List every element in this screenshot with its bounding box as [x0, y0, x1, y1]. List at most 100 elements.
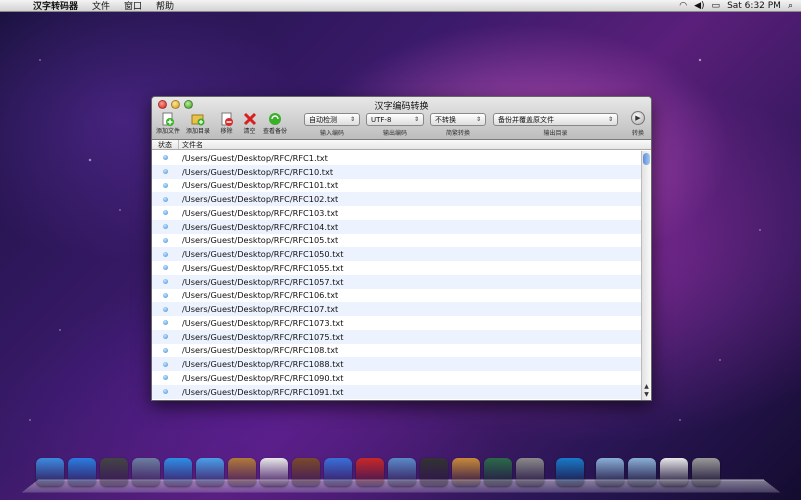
file-path: /Users/Guest/Desktop/RFC/RFC105.txt	[182, 235, 339, 246]
vertical-scrollbar[interactable]: ▲ ▼	[641, 151, 651, 400]
time-machine-icon[interactable]	[484, 458, 512, 486]
output-dir-label: 输出目录	[543, 130, 568, 137]
status-indicator-icon	[152, 169, 179, 175]
volume-icon[interactable]: ◀)	[694, 1, 704, 11]
input-encoding-value: 自动检测	[309, 115, 337, 124]
battery-icon[interactable]: ▭	[712, 1, 721, 11]
file-list: /Users/Guest/Desktop/RFC/RFC1.txt/Users/…	[152, 151, 643, 400]
scroll-down-arrow-icon[interactable]: ▼	[642, 391, 651, 398]
menu-file[interactable]: 文件	[85, 0, 117, 12]
trad-simp-label: 简繁转换	[445, 130, 470, 137]
table-row[interactable]: /Users/Guest/Desktop/RFC/RFC1094.txt	[152, 399, 643, 401]
trad-simp-select[interactable]: 不转换 ⇕	[430, 113, 486, 126]
convert-label: 转换	[631, 130, 644, 137]
view-backup-label: 查看备份	[263, 128, 288, 135]
status-indicator-icon	[152, 334, 179, 340]
safari-icon[interactable]	[164, 458, 192, 486]
table-row[interactable]: /Users/Guest/Desktop/RFC/RFC102.txt	[152, 192, 643, 206]
chevron-updown-icon: ⇕	[413, 116, 419, 123]
trad-simp-value: 不转换	[435, 115, 456, 124]
app-store-icon[interactable]	[68, 458, 96, 486]
photo-booth-icon[interactable]	[292, 458, 320, 486]
recycle-icon	[268, 111, 283, 126]
status-indicator-icon	[152, 155, 179, 161]
chevron-updown-icon: ⇕	[349, 116, 355, 123]
status-indicator-icon	[152, 182, 179, 188]
scroll-up-arrow-icon[interactable]: ▲	[642, 383, 651, 390]
input-encoding-label: 输入编码	[319, 130, 344, 137]
wifi-icon[interactable]: ◠	[679, 1, 687, 11]
dashboard-icon[interactable]	[100, 458, 128, 486]
table-header: 状态 文件名	[152, 140, 651, 150]
document-icon[interactable]	[660, 458, 688, 486]
trash-icon[interactable]	[692, 458, 720, 486]
add-file-button[interactable]: 添加文件	[156, 111, 180, 135]
table-row[interactable]: /Users/Guest/Desktop/RFC/RFC1073.txt	[152, 316, 643, 330]
table-row[interactable]: /Users/Guest/Desktop/RFC/RFC1090.txt	[152, 371, 643, 385]
table-row[interactable]: /Users/Guest/Desktop/RFC/RFC1088.txt	[152, 357, 643, 371]
clear-button[interactable]: 清空	[242, 111, 257, 135]
table-row[interactable]: /Users/Guest/Desktop/RFC/RFC107.txt	[152, 302, 643, 316]
table-row[interactable]: /Users/Guest/Desktop/RFC/RFC1091.txt	[152, 384, 643, 399]
applications-folder-icon[interactable]	[596, 458, 624, 486]
status-indicator-icon	[152, 196, 179, 202]
hanzi-converter-icon[interactable]	[556, 458, 584, 486]
spotlight-icon[interactable]: ⌕	[788, 1, 793, 11]
menu-clock[interactable]: Sat 6:32 PM	[727, 1, 781, 11]
file-path: /Users/Guest/Desktop/RFC/RFC104.txt	[182, 221, 339, 232]
table-row[interactable]: /Users/Guest/Desktop/RFC/RFC108.txt	[152, 344, 643, 358]
status-indicator-icon	[152, 389, 179, 395]
status-indicator-icon	[152, 347, 179, 353]
add-folder-icon	[191, 111, 206, 126]
file-path: /Users/Guest/Desktop/RFC/RFC101.txt	[182, 180, 339, 191]
output-dir-select[interactable]: 备份并覆盖原文件 ⇕	[493, 113, 618, 126]
documents-folder-icon[interactable]	[628, 458, 656, 486]
table-row[interactable]: /Users/Guest/Desktop/RFC/RFC1.txt	[152, 151, 643, 165]
finder-icon[interactable]	[36, 458, 64, 486]
imovie-icon[interactable]	[420, 458, 448, 486]
menu-app-name[interactable]: 汉字转码器	[26, 0, 85, 12]
status-indicator-icon	[152, 375, 179, 381]
remove-label: 移除	[220, 128, 233, 135]
file-path: /Users/Guest/Desktop/RFC/RFC1091.txt	[182, 386, 344, 397]
output-dir-value: 备份并覆盖原文件	[498, 115, 554, 124]
input-encoding-select[interactable]: 自动检测 ⇕	[304, 113, 360, 126]
table-row[interactable]: /Users/Guest/Desktop/RFC/RFC106.txt	[152, 289, 643, 303]
table-row[interactable]: /Users/Guest/Desktop/RFC/RFC1055.txt	[152, 261, 643, 275]
address-book-icon[interactable]	[228, 458, 256, 486]
mail-icon[interactable]	[132, 458, 160, 486]
table-row[interactable]: /Users/Guest/Desktop/RFC/RFC1075.txt	[152, 329, 643, 344]
ichat-icon[interactable]	[196, 458, 224, 486]
garageband-icon[interactable]	[452, 458, 480, 486]
table-row[interactable]: /Users/Guest/Desktop/RFC/RFC1057.txt	[152, 274, 643, 289]
ical-icon[interactable]	[260, 458, 288, 486]
scrollbar-thumb[interactable]	[643, 153, 650, 165]
remove-button[interactable]: 移除	[219, 111, 234, 135]
add-folder-button[interactable]: 添加目录	[186, 111, 210, 135]
table-row[interactable]: /Users/Guest/Desktop/RFC/RFC105.txt	[152, 234, 643, 248]
column-status-header[interactable]: 状态	[152, 140, 179, 149]
table-row[interactable]: /Users/Guest/Desktop/RFC/RFC103.txt	[152, 206, 643, 220]
iphoto-icon[interactable]	[388, 458, 416, 486]
view-backup-button[interactable]: 查看备份	[263, 111, 287, 135]
menu-help[interactable]: 帮助	[149, 0, 181, 12]
file-path: /Users/Guest/Desktop/RFC/RFC1073.txt	[182, 317, 344, 328]
output-encoding-select[interactable]: UTF-8 ⇕	[366, 113, 424, 126]
window-toolbar: 汉字编码转换 添加文件 添加目录 移除 清空 查看备份 自动检测 ⇕ 输入编码 U…	[152, 97, 651, 140]
file-path: /Users/Guest/Desktop/RFC/RFC103.txt	[182, 207, 339, 218]
file-path: /Users/Guest/Desktop/RFC/RFC102.txt	[182, 194, 339, 205]
menu-window[interactable]: 窗口	[117, 0, 149, 12]
table-row[interactable]: /Users/Guest/Desktop/RFC/RFC10.txt	[152, 164, 643, 179]
photo-booth-red-icon[interactable]	[356, 458, 384, 486]
status-indicator-icon	[152, 265, 179, 271]
add-file-label: 添加文件	[156, 128, 181, 135]
file-path: /Users/Guest/Desktop/RFC/RFC108.txt	[182, 345, 339, 356]
system-preferences-icon[interactable]	[516, 458, 544, 486]
table-row[interactable]: /Users/Guest/Desktop/RFC/RFC101.txt	[152, 179, 643, 193]
table-row[interactable]: /Users/Guest/Desktop/RFC/RFC104.txt	[152, 219, 643, 234]
column-filename-header[interactable]: 文件名	[179, 140, 203, 150]
add-file-icon	[161, 111, 176, 126]
itunes-icon[interactable]	[324, 458, 352, 486]
table-row[interactable]: /Users/Guest/Desktop/RFC/RFC1050.txt	[152, 247, 643, 261]
convert-button[interactable]: ▶	[631, 111, 645, 125]
